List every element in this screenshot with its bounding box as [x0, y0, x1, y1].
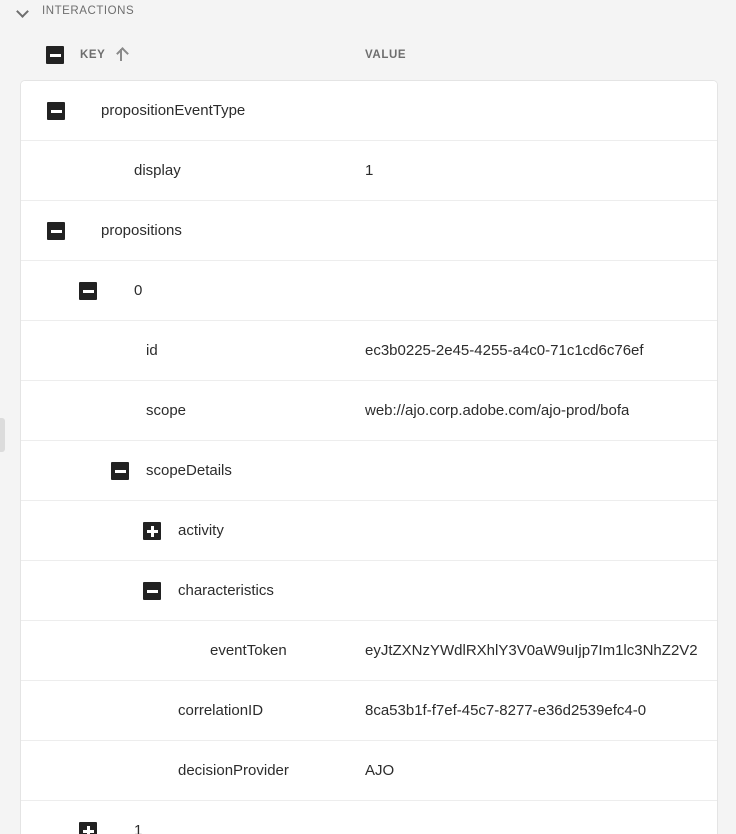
- row-value-label: web://ajo.corp.adobe.com/ajo-prod/bofa: [365, 403, 630, 418]
- arrow-up-icon[interactable]: [115, 48, 127, 62]
- row-key-label: 0: [134, 282, 143, 299]
- column-header-key-label: KEY: [80, 49, 106, 61]
- table-row[interactable]: propositionEventType: [21, 81, 717, 141]
- table-row[interactable]: activity: [21, 501, 717, 561]
- collapse-row-icon[interactable]: [47, 102, 65, 120]
- table-row[interactable]: eventToken eyJtZXNzYWdlRXhlY3V0aW9uIjp7Im…: [21, 621, 717, 681]
- table-row[interactable]: scopeDetails: [21, 441, 717, 501]
- table-body: propositionEventType display 1 propositions…: [20, 80, 718, 834]
- collapse-row-icon[interactable]: [79, 282, 97, 300]
- table-row[interactable]: 0: [21, 261, 717, 321]
- row-key-label: decisionProvider: [178, 762, 289, 779]
- table-row[interactable]: propositions: [21, 201, 717, 261]
- collapse-row-icon[interactable]: [143, 582, 161, 600]
- section-title: INTERACTIONS: [42, 5, 135, 17]
- row-value-label: AJO: [365, 763, 395, 778]
- table-row[interactable]: decisionProvider AJO: [21, 741, 717, 801]
- table-row[interactable]: 1: [21, 801, 717, 834]
- table-row[interactable]: correlationID 8ca53b1f-f7ef-45c7-8277-e36…: [21, 681, 717, 741]
- row-key-label: scope: [146, 402, 187, 419]
- table-header-row: KEY VALUE: [20, 30, 718, 80]
- row-key-label: propositions: [101, 222, 182, 239]
- column-header-key[interactable]: KEY: [80, 48, 127, 62]
- table-row[interactable]: scope web://ajo.corp.adobe.com/ajo-prod/b…: [21, 381, 717, 441]
- table-row[interactable]: id ec3b0225-2e45-4255-a4c0-71c1cd6c76ef: [21, 321, 717, 381]
- table-row[interactable]: display 1: [21, 141, 717, 201]
- collapse-all-icon[interactable]: [46, 46, 64, 64]
- row-key-label: eventToken: [210, 642, 287, 659]
- row-key-label: correlationID: [178, 702, 264, 719]
- row-key-label: scopeDetails: [146, 462, 232, 479]
- expand-row-icon[interactable]: [79, 822, 97, 834]
- row-value-label: eyJtZXNzYWdlRXhlY3V0aW9uIjp7Im1lc3NhZ2V2: [365, 643, 698, 658]
- json-tree-table: KEY VALUE propositionEventType display 1 pr…: [20, 30, 718, 834]
- collapse-row-icon[interactable]: [47, 222, 65, 240]
- row-value-label: ec3b0225-2e45-4255-a4c0-71c1cd6c76ef: [365, 343, 644, 358]
- collapse-row-icon[interactable]: [111, 462, 129, 480]
- chevron-down-icon[interactable]: [16, 4, 30, 18]
- column-header-value[interactable]: VALUE: [365, 49, 406, 61]
- row-key-label: propositionEventType: [101, 102, 246, 119]
- row-key-label: activity: [178, 522, 224, 539]
- expand-row-icon[interactable]: [143, 522, 161, 540]
- row-key-label: display: [134, 162, 181, 179]
- row-value-label: 1: [365, 163, 374, 178]
- row-key-label: id: [146, 342, 158, 359]
- row-key-label: characteristics: [178, 582, 274, 599]
- row-key-label: 1: [134, 822, 143, 834]
- table-row[interactable]: characteristics: [21, 561, 717, 621]
- panel-resize-handle[interactable]: [0, 418, 5, 452]
- interactions-section-header[interactable]: INTERACTIONS: [0, 0, 736, 22]
- row-value-label: 8ca53b1f-f7ef-45c7-8277-e36d2539efc4-0: [365, 703, 647, 718]
